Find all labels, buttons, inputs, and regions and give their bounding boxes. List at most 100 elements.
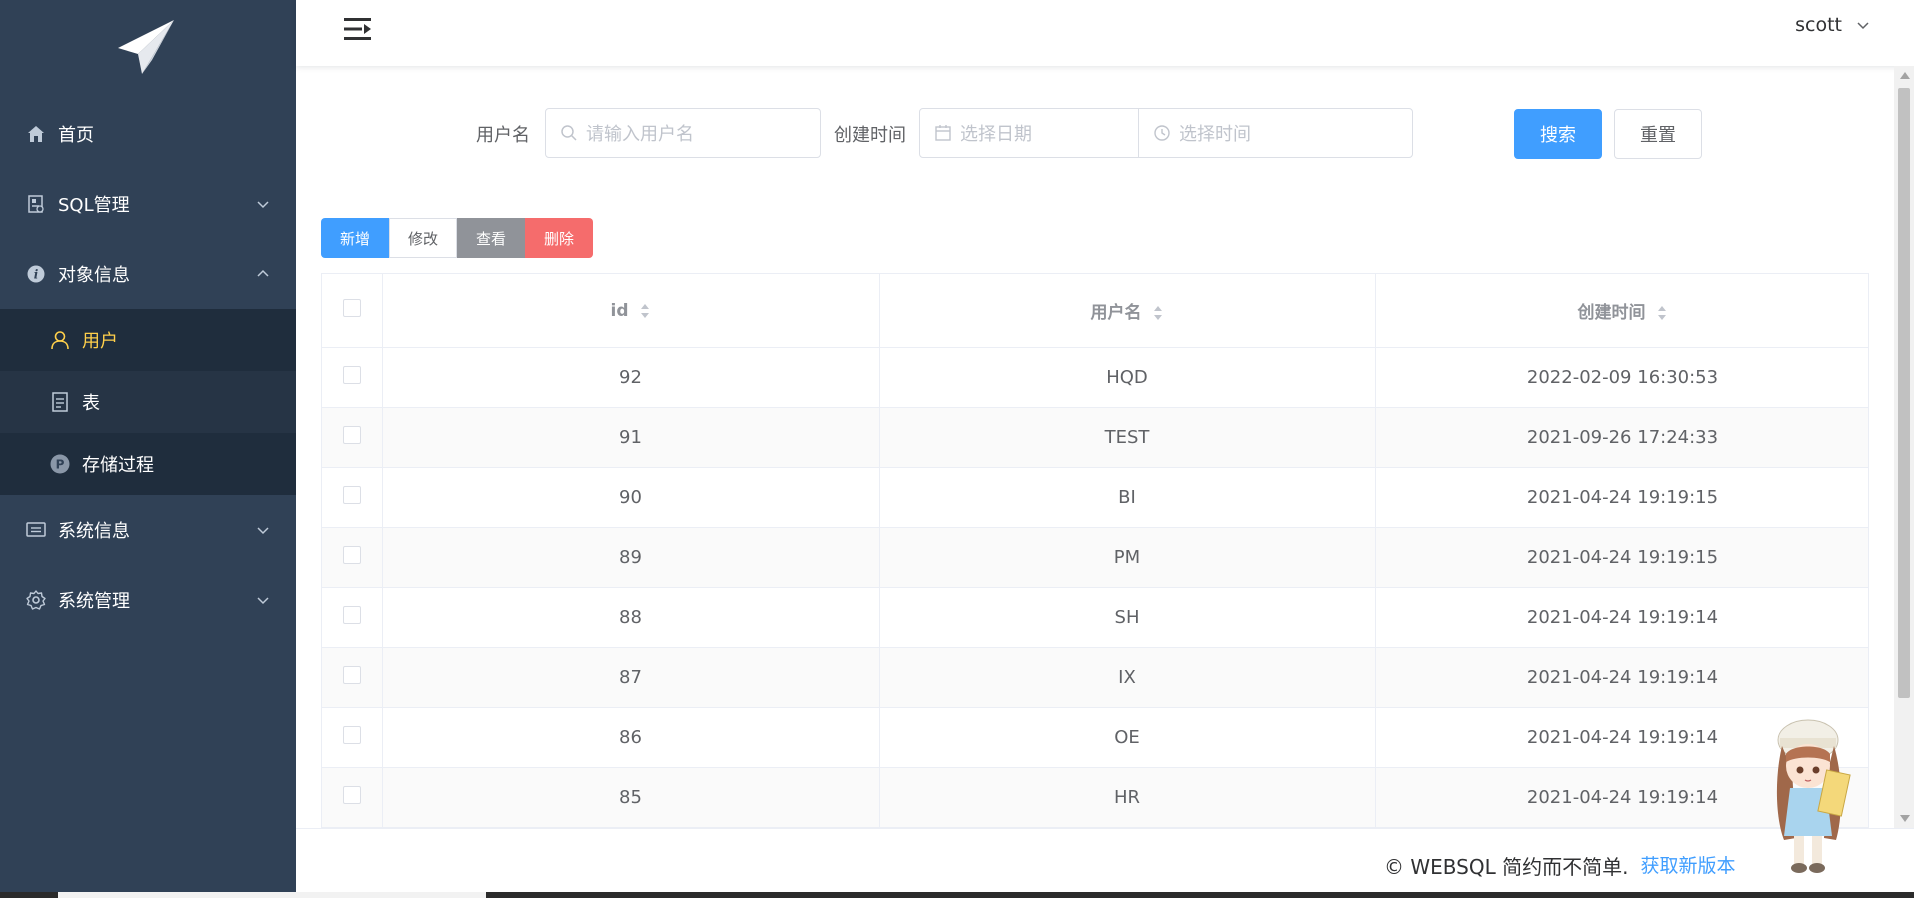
sidebar-item-object-info[interactable]: i 对象信息: [0, 239, 296, 309]
sidebar-subitem-label: 存储过程: [82, 455, 154, 476]
sidebar-item-procedure[interactable]: P 存储过程: [0, 433, 296, 495]
cell-username: IX: [879, 647, 1376, 708]
page-scrollbar[interactable]: [1894, 66, 1914, 828]
delete-button[interactable]: 删除: [525, 218, 593, 258]
table-row[interactable]: 88 SH 2021-04-24 19:19:14: [322, 587, 1868, 648]
paper-plane-icon[interactable]: [116, 18, 176, 76]
row-select-cell: [322, 347, 383, 408]
table-row[interactable]: 89 PM 2021-04-24 19:19:15: [322, 527, 1868, 588]
username: scott: [1795, 14, 1842, 36]
cell-username: HQD: [879, 347, 1376, 408]
cell-id: 89: [382, 527, 880, 588]
info-icon: i: [26, 264, 46, 284]
clock-icon: [1153, 124, 1171, 142]
column-header-id[interactable]: id: [382, 274, 880, 348]
chevron-down-icon: [257, 201, 269, 209]
cell-created-time: 2021-04-24 19:19:15: [1375, 527, 1868, 588]
scroll-down-arrow-icon[interactable]: [1900, 815, 1910, 822]
cell-username: TEST: [879, 407, 1376, 468]
cell-username: HR: [879, 767, 1376, 827]
sort-icon[interactable]: [1657, 305, 1667, 321]
reset-button[interactable]: 重置: [1614, 109, 1702, 159]
row-checkbox[interactable]: [342, 486, 361, 504]
view-button[interactable]: 查看: [457, 218, 525, 258]
edit-button[interactable]: 修改: [389, 218, 457, 258]
user-table: id 用户名 创建时间 92 HQD 2022-02-09 16:30:53 9…: [321, 273, 1869, 828]
cell-username: BI: [879, 467, 1376, 528]
sidebar-item-table[interactable]: 表: [0, 371, 296, 433]
row-checkbox[interactable]: [342, 726, 361, 744]
procedure-badge: P: [56, 458, 65, 472]
action-toolbar: 新增 修改 查看 删除: [321, 218, 593, 258]
table-row[interactable]: 87 IX 2021-04-24 19:19:14: [322, 647, 1868, 708]
menu-toggle-icon[interactable]: [344, 16, 372, 42]
sidebar-subitem-label: 用户: [82, 331, 118, 352]
sort-icon[interactable]: [640, 303, 650, 319]
cell-id: 85: [382, 767, 880, 827]
sidebar-item-system-management[interactable]: 系统管理: [0, 565, 296, 635]
scroll-up-arrow-icon[interactable]: [1900, 72, 1910, 79]
row-select-cell: [322, 707, 383, 768]
cell-created-time: 2021-09-26 17:24:33: [1375, 407, 1868, 468]
row-select-cell: [322, 467, 383, 528]
column-header-created-time[interactable]: 创建时间: [1375, 274, 1868, 348]
table-row[interactable]: 91 TEST 2021-09-26 17:24:33: [322, 407, 1868, 468]
table-header-row: id 用户名 创建时间: [322, 274, 1868, 348]
time-picker[interactable]: 选择时间: [1138, 108, 1413, 158]
scrollbar-thumb[interactable]: [1898, 88, 1910, 698]
row-checkbox[interactable]: [342, 606, 361, 624]
chevron-up-icon: [257, 269, 269, 277]
select-all-checkbox[interactable]: [342, 299, 361, 317]
row-checkbox[interactable]: [342, 786, 361, 804]
time-placeholder: 选择时间: [1179, 124, 1251, 145]
username-input[interactable]: 请输入用户名: [545, 108, 821, 158]
table-row[interactable]: 92 HQD 2022-02-09 16:30:53: [322, 347, 1868, 408]
chevron-down-icon: [257, 527, 269, 535]
footer-text: © WEBSQL 简约而不简单. 获取新版本: [1384, 851, 1735, 880]
column-header-label: id: [610, 300, 629, 321]
table-row[interactable]: 86 OE 2021-04-24 19:19:14: [322, 707, 1868, 768]
user-dropdown[interactable]: scott: [1795, 14, 1870, 36]
column-header-username[interactable]: 用户名: [879, 274, 1376, 348]
user-icon: [50, 330, 70, 350]
cell-username: SH: [879, 587, 1376, 648]
document-icon: [50, 392, 70, 412]
search-button[interactable]: 搜索: [1514, 109, 1602, 159]
cell-id: 88: [382, 587, 880, 648]
row-checkbox[interactable]: [342, 366, 361, 384]
sidebar-item-user[interactable]: 用户: [0, 309, 296, 371]
sidebar: 首页 SQL管理 i 对象信息 用户 表 P 存储过程 系统信息 系统管理: [0, 0, 296, 898]
sidebar-item-home[interactable]: 首页: [0, 99, 296, 169]
row-select-cell: [322, 527, 383, 588]
get-new-version-link[interactable]: 获取新版本: [1640, 851, 1735, 880]
sidebar-subitem-label: 表: [82, 393, 100, 414]
table-row[interactable]: 90 BI 2021-04-24 19:19:15: [322, 467, 1868, 528]
cell-id: 91: [382, 407, 880, 468]
sort-icon[interactable]: [1153, 305, 1163, 321]
date-placeholder: 选择日期: [960, 124, 1032, 145]
sidebar-item-label: 对象信息: [58, 265, 130, 286]
copyright-text: © WEBSQL 简约而不简单.: [1384, 855, 1629, 879]
chevron-down-icon: [257, 597, 269, 605]
cell-id: 92: [382, 347, 880, 408]
mascot-character-icon[interactable]: [1762, 710, 1858, 878]
svg-text:i: i: [34, 268, 39, 282]
search-form: 用户名 请输入用户名 创建时间 选择日期 选择时间 搜索 重置: [296, 108, 1896, 159]
date-picker[interactable]: 选择日期: [919, 108, 1139, 158]
row-checkbox[interactable]: [342, 666, 361, 684]
row-checkbox[interactable]: [342, 546, 361, 564]
cell-username: PM: [879, 527, 1376, 588]
sidebar-menu: 首页 SQL管理 i 对象信息 用户 表 P 存储过程 系统信息 系统管理: [0, 99, 296, 635]
sidebar-item-system-info[interactable]: 系统信息: [0, 495, 296, 565]
sidebar-item-label: 系统信息: [58, 521, 130, 542]
home-icon: [26, 124, 46, 144]
row-checkbox[interactable]: [342, 426, 361, 444]
chevron-down-icon: [1857, 22, 1869, 30]
row-select-cell: [322, 587, 383, 648]
sidebar-item-sql[interactable]: SQL管理: [0, 169, 296, 239]
add-button[interactable]: 新增: [321, 218, 389, 258]
sql-icon: [26, 194, 46, 214]
table-row[interactable]: 85 HR 2021-04-24 19:19:14: [322, 767, 1868, 827]
cell-created-time: 2022-02-09 16:30:53: [1375, 347, 1868, 408]
cell-id: 87: [382, 647, 880, 708]
